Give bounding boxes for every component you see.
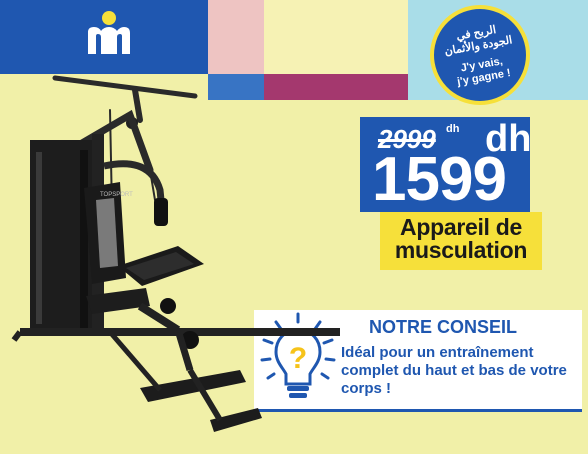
product-name-line1: Appareil de xyxy=(400,214,522,240)
flyer-page: الربح في الجودة والأثمان J'y vais, j'y g… xyxy=(0,0,588,454)
product-name-line2: musculation xyxy=(394,237,528,263)
svg-text:TOPSPORT: TOPSPORT xyxy=(100,192,133,198)
advice-text: Idéal pour un entraînement complet du ha… xyxy=(341,344,567,397)
home-gym-machine-icon: TOPSPORT xyxy=(11,75,340,432)
badge-exclamation: ! xyxy=(505,67,512,80)
new-price: 1599 xyxy=(372,145,507,214)
advice-title: NOTRE CONSEIL xyxy=(369,317,518,337)
marjane-logo-icon xyxy=(88,11,130,54)
old-price-currency: dh xyxy=(446,123,460,135)
band-pink xyxy=(208,0,264,74)
product-name: Appareil de musculation xyxy=(380,216,542,262)
band-cream xyxy=(264,0,408,74)
